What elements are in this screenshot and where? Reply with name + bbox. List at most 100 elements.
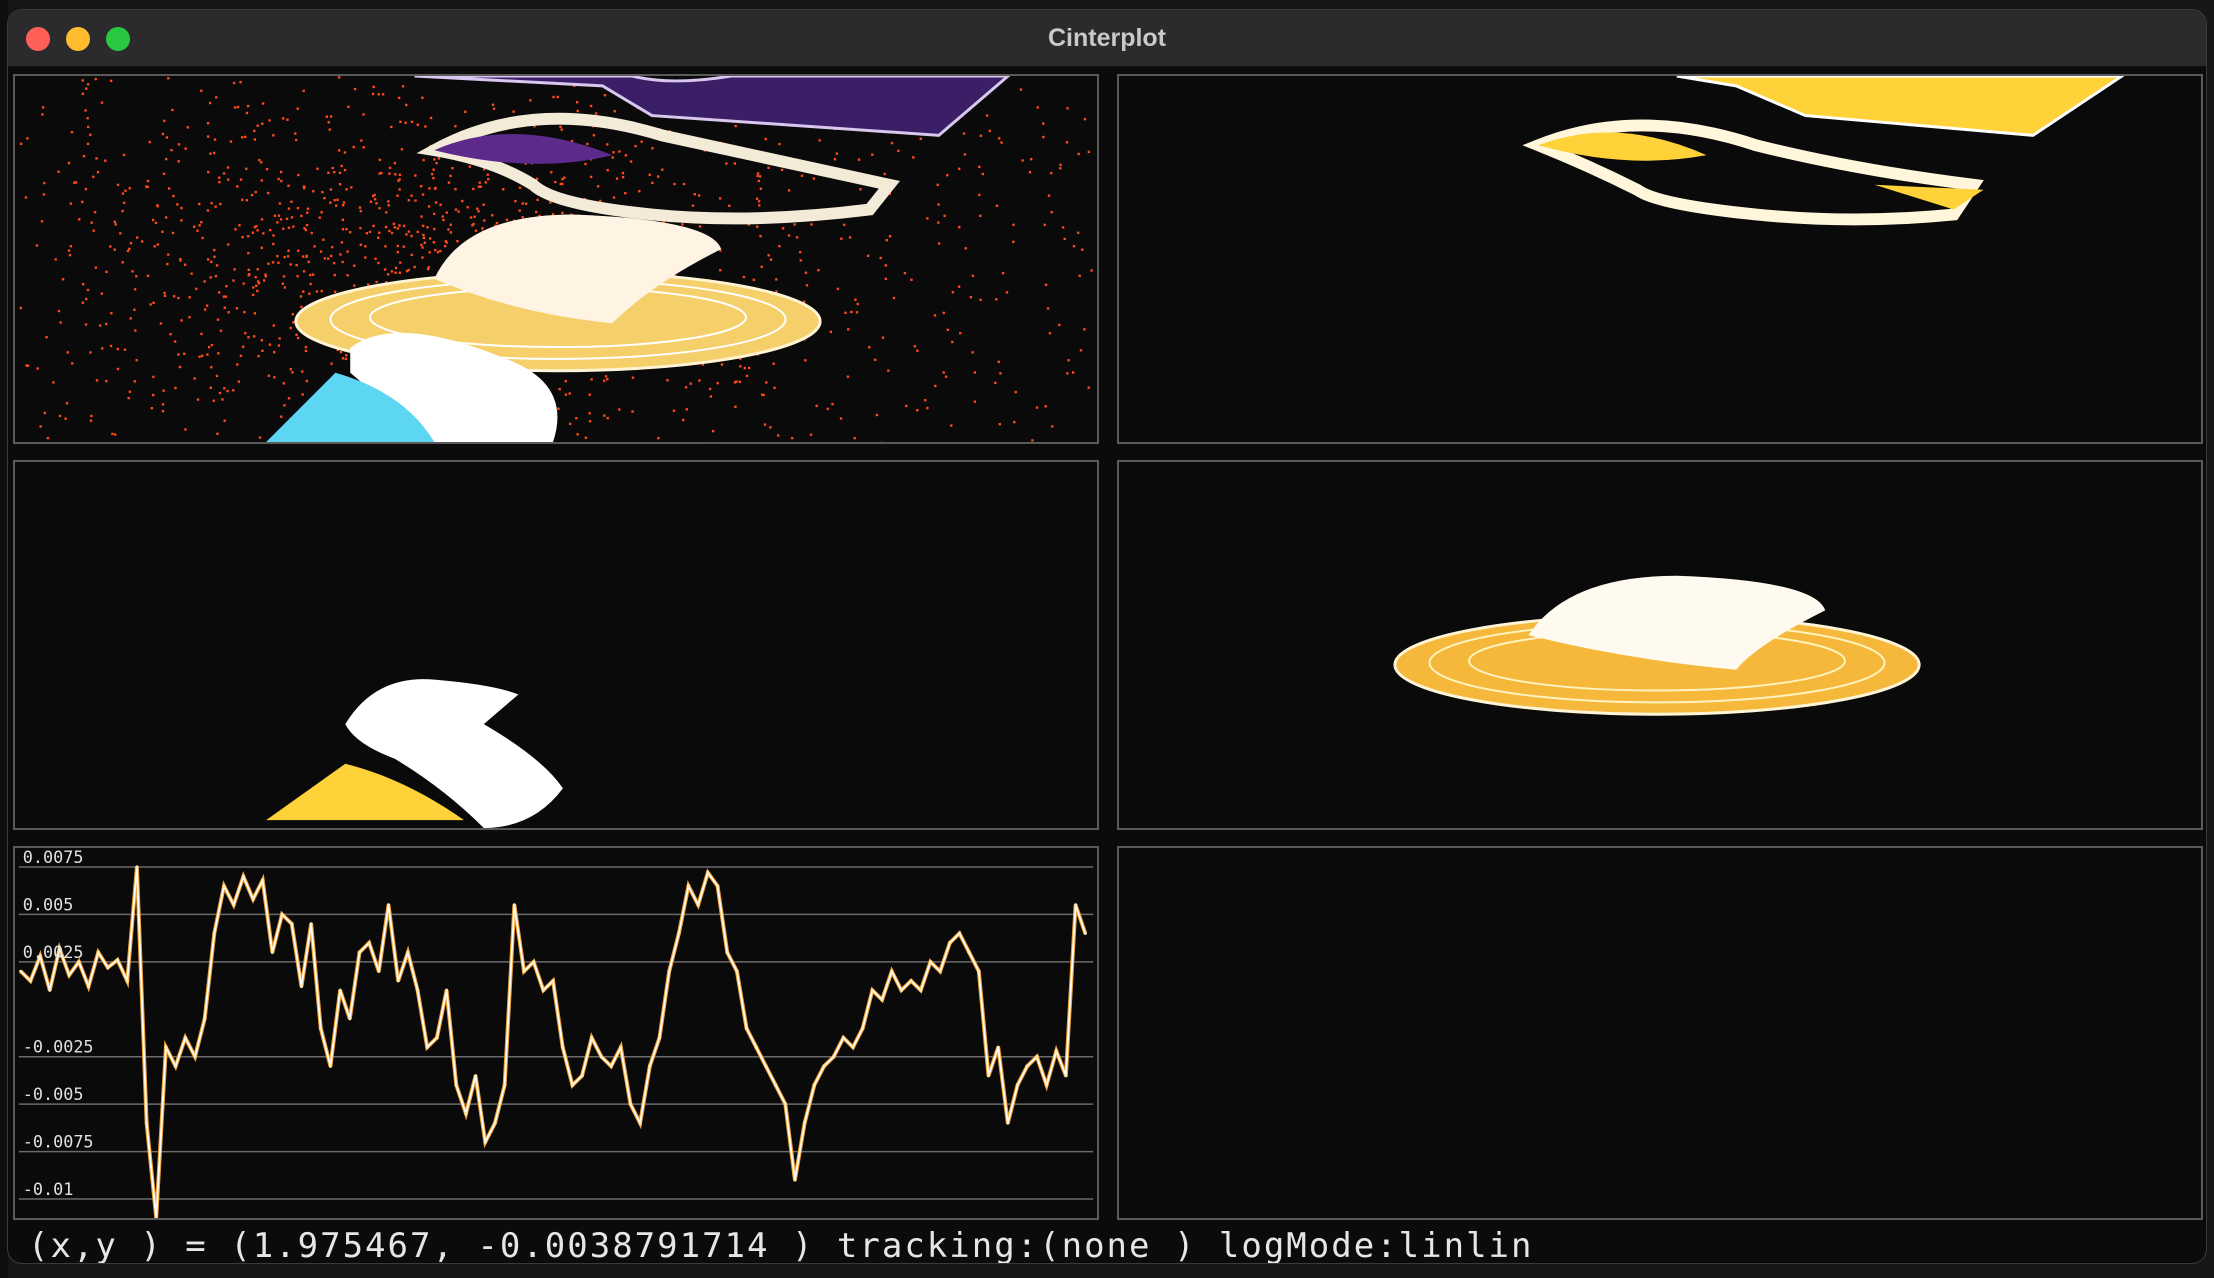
scatter-point [388, 229, 391, 233]
scatter-point [416, 230, 419, 234]
scatter-point [256, 268, 259, 271]
data-point [193, 1055, 197, 1059]
scatter-point [35, 244, 39, 247]
scatter-point [247, 336, 250, 339]
data-point [841, 1036, 845, 1040]
scatter-point [445, 211, 448, 214]
scatter-point [359, 243, 363, 246]
scatter-point [150, 406, 154, 410]
data-point [135, 865, 139, 869]
data-point [851, 1045, 855, 1049]
scatter-point [215, 374, 219, 378]
scatter-point [305, 255, 308, 258]
scatter-point [584, 162, 587, 166]
scatter-point [590, 378, 593, 381]
scatter-point [369, 200, 373, 203]
panel-timeseries[interactable]: 0.0075 0.005 0.0025 -0.0025 -0.005 -0.0075 -0.… [13, 846, 1099, 1220]
scatter-point [280, 179, 283, 183]
scatter-point [473, 215, 476, 218]
scatter-point [140, 240, 144, 243]
scatter-point [260, 339, 264, 342]
data-point [977, 969, 981, 973]
scatter-point [345, 188, 348, 191]
scatter-point [264, 273, 267, 276]
scatter-point [95, 379, 99, 382]
scatter-point [261, 122, 264, 125]
scatter-point [390, 270, 394, 273]
scatter-point [81, 79, 84, 82]
scatter-point [964, 247, 967, 250]
panel-surfaces-scatter[interactable] [13, 74, 1099, 444]
scatter-point [812, 177, 816, 180]
scatter-point [122, 201, 126, 205]
scatter-point [260, 179, 264, 182]
scatter-point [152, 301, 155, 305]
scatter-point [518, 209, 521, 212]
scatter-point [121, 261, 124, 264]
scatter-point [454, 208, 458, 211]
data-point [125, 979, 129, 983]
scatter-point [154, 221, 158, 225]
data-point [86, 984, 91, 989]
panel-empty[interactable] [1117, 846, 2203, 1220]
scatter-point [226, 178, 230, 181]
scatter-point [209, 386, 212, 389]
scatter-point [153, 245, 156, 248]
panel-ribbon-small[interactable] [13, 460, 1099, 830]
scatter-point [378, 206, 381, 210]
data-point [638, 1121, 642, 1125]
scatter-point [169, 332, 172, 336]
scatter-point [831, 402, 834, 406]
scatter-point [568, 422, 572, 425]
panel-disc[interactable] [1117, 460, 2203, 830]
scatter-point [769, 258, 773, 261]
scatter-point [742, 275, 746, 279]
scatter-point [535, 177, 539, 180]
data-point [241, 874, 245, 879]
scatter-point [81, 283, 85, 286]
scatter-point [422, 158, 425, 162]
scatter-point [767, 166, 770, 169]
data-point [280, 912, 284, 916]
scatter-point [256, 280, 260, 283]
scatter-point [550, 171, 553, 174]
scatter-point [330, 362, 333, 365]
scatter-point [352, 145, 355, 149]
scatter-point [57, 309, 61, 313]
scatter-point [1044, 283, 1048, 287]
scatter-point [24, 196, 28, 199]
scatter-point [946, 174, 949, 177]
chart-grid [18, 866, 1094, 1200]
scatter-point [576, 109, 579, 113]
scatter-point [755, 197, 759, 200]
scatter-point [151, 218, 155, 222]
data-point [793, 1178, 797, 1182]
scatter-point [850, 310, 853, 314]
data-point [115, 958, 120, 962]
scatter-point [378, 231, 381, 234]
scatter-point [183, 352, 186, 355]
scatter-point [420, 243, 423, 247]
scatter-point [367, 283, 370, 286]
scatter-point [612, 151, 615, 154]
scatter-point [135, 359, 138, 362]
scatter-point [586, 142, 589, 146]
scatter-point [133, 380, 136, 383]
scatter-point [969, 295, 973, 299]
scatter-point [560, 128, 563, 131]
scatter-point [1001, 271, 1005, 275]
data-point [1025, 1064, 1029, 1068]
scatter-point [86, 288, 90, 292]
scatter-point [262, 232, 265, 235]
scatter-point [67, 161, 71, 165]
scatter-point [388, 172, 391, 175]
title-bar[interactable]: Cinterplot [8, 10, 2206, 67]
scatter-point [449, 223, 452, 226]
data-point [686, 884, 691, 888]
scatter-point [177, 160, 180, 163]
panel-ribbons-yellow[interactable] [1117, 74, 2203, 444]
scatter-point [916, 409, 919, 412]
scatter-point [486, 173, 489, 176]
scatter-point [407, 230, 411, 233]
disc-plot [1393, 575, 1921, 716]
